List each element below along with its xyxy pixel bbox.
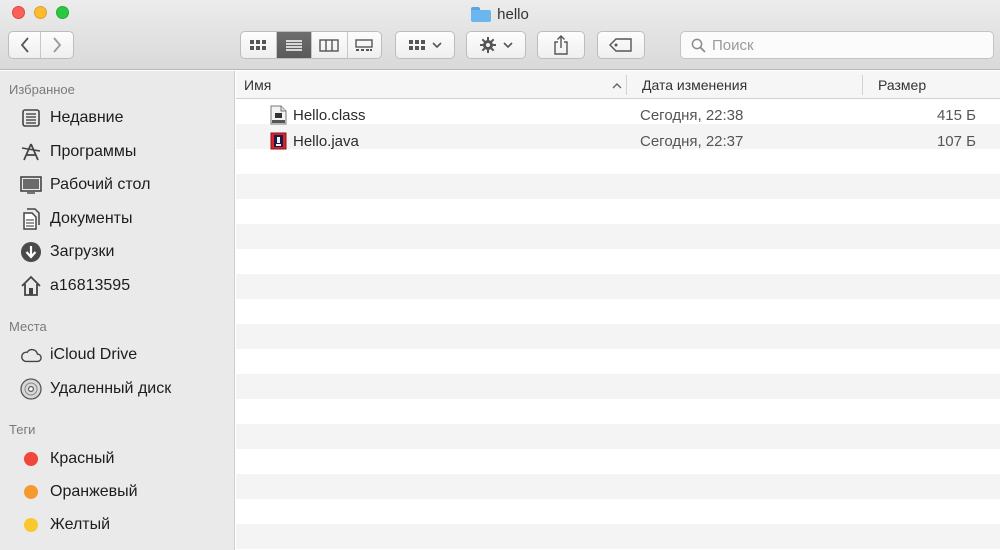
chevron-right-icon <box>53 37 62 53</box>
gallery-view-icon <box>355 38 373 51</box>
documents-icon <box>20 208 42 230</box>
sidebar-item-label: a16813595 <box>50 277 131 294</box>
gear-icon <box>480 37 496 53</box>
column-view-button[interactable] <box>312 32 348 58</box>
group-grid-icon <box>409 40 425 50</box>
toolbar: hello <box>0 0 1000 70</box>
icon-view-button[interactable] <box>241 32 277 58</box>
view-mode-control <box>240 31 382 59</box>
file-size: 415 Б <box>936 106 976 124</box>
sidebar-item-applications[interactable]: Программы <box>0 138 234 166</box>
tag-icon <box>609 38 632 52</box>
orange-tag-icon <box>24 485 38 499</box>
sidebar-item-tag-orange[interactable]: Оранжевый <box>0 478 234 506</box>
search-field[interactable] <box>680 31 994 59</box>
navigation-buttons <box>8 31 74 59</box>
sidebar-item-remote-disc[interactable]: Удаленный диск <box>0 375 234 403</box>
chevron-down-icon <box>432 41 442 48</box>
sidebar-item-recents[interactable]: Недавние <box>0 104 234 132</box>
sidebar-item-label: iCloud Drive <box>50 346 138 363</box>
forward-button[interactable] <box>41 32 73 58</box>
chevron-left-icon <box>20 37 29 53</box>
remote-disc-icon <box>20 378 42 400</box>
window-title: hello <box>0 3 1000 25</box>
search-input[interactable] <box>712 36 972 54</box>
list-view-button[interactable] <box>276 32 312 58</box>
sidebar-item-downloads[interactable]: Загрузки <box>0 238 234 266</box>
file-name: Hello.java <box>293 132 359 150</box>
tags-button[interactable] <box>597 31 645 59</box>
sidebar-item-tag-yellow[interactable]: Желтый <box>0 511 234 539</box>
sidebar-item-label: Документы <box>50 210 133 227</box>
sidebar-section-tags: Теги <box>9 422 36 437</box>
column-divider[interactable] <box>862 75 863 95</box>
sidebar-item-label: Программы <box>50 143 137 160</box>
folder-icon <box>471 6 492 22</box>
column-header-date-label: Дата изменения <box>642 77 748 93</box>
action-button[interactable] <box>466 31 526 59</box>
downloads-icon <box>20 241 42 263</box>
sidebar: Избранное Недавние Программы Рабочий сто… <box>0 71 235 550</box>
yellow-tag-icon <box>24 518 38 532</box>
sidebar-item-label: Недавние <box>50 109 124 126</box>
column-header-size-label: Размер <box>878 77 927 93</box>
class-file-icon <box>270 105 287 125</box>
share-button[interactable] <box>537 31 585 59</box>
file-row[interactable]: Hello.java Сегодня, 22:37 107 Б <box>236 128 1000 154</box>
home-icon <box>20 275 42 297</box>
arrange-button[interactable] <box>395 31 455 59</box>
sidebar-item-label: Желтый <box>50 516 111 533</box>
red-tag-icon <box>24 452 38 466</box>
sidebar-section-places: Места <box>9 319 47 334</box>
sidebar-item-label: Красный <box>50 450 115 467</box>
search-icon <box>691 38 706 53</box>
sidebar-item-desktop[interactable]: Рабочий стол <box>0 171 234 199</box>
sidebar-section-favorites: Избранное <box>9 82 75 97</box>
column-view-icon <box>319 38 339 52</box>
sidebar-item-documents[interactable]: Документы <box>0 205 234 233</box>
column-header-name-label: Имя <box>244 77 272 93</box>
file-size: 107 Б <box>936 132 976 150</box>
file-row[interactable]: Hello.class Сегодня, 22:38 415 Б <box>236 102 1000 128</box>
file-date: Сегодня, 22:38 <box>640 106 744 124</box>
applications-icon <box>20 141 42 163</box>
sidebar-item-tag-red[interactable]: Красный <box>0 445 234 473</box>
sidebar-item-label: Удаленный диск <box>50 380 172 397</box>
sidebar-item-home[interactable]: a16813595 <box>0 272 234 300</box>
recents-icon <box>20 107 42 129</box>
sidebar-item-label: Оранжевый <box>50 483 138 500</box>
list-view-icon <box>285 39 302 51</box>
cloud-icon <box>20 344 42 366</box>
column-divider[interactable] <box>626 75 627 95</box>
column-header-date[interactable]: Дата изменения <box>642 71 862 99</box>
sidebar-item-label: Загрузки <box>50 243 115 260</box>
gallery-view-button[interactable] <box>348 32 382 58</box>
icon-view-icon <box>250 40 267 50</box>
file-list: Имя Дата изменения Размер Hello.class Се… <box>236 71 1000 550</box>
share-icon <box>554 35 568 55</box>
java-file-icon <box>270 132 287 150</box>
file-date: Сегодня, 22:37 <box>640 132 744 150</box>
file-name: Hello.class <box>293 106 366 124</box>
column-header-size[interactable]: Размер <box>878 71 996 99</box>
column-header-name[interactable]: Имя <box>244 71 624 99</box>
file-name-cell: Hello.class <box>270 102 366 128</box>
file-name-cell: Hello.java <box>270 128 359 154</box>
chevron-up-icon <box>612 83 622 89</box>
back-button[interactable] <box>9 32 42 58</box>
list-background <box>236 99 1000 550</box>
list-header: Имя Дата изменения Размер <box>236 71 1000 99</box>
sidebar-item-icloud-drive[interactable]: iCloud Drive <box>0 341 234 369</box>
chevron-down-icon <box>503 41 513 48</box>
window-title-text: hello <box>497 5 529 23</box>
desktop-icon <box>20 174 42 196</box>
sidebar-item-label: Рабочий стол <box>50 176 151 193</box>
